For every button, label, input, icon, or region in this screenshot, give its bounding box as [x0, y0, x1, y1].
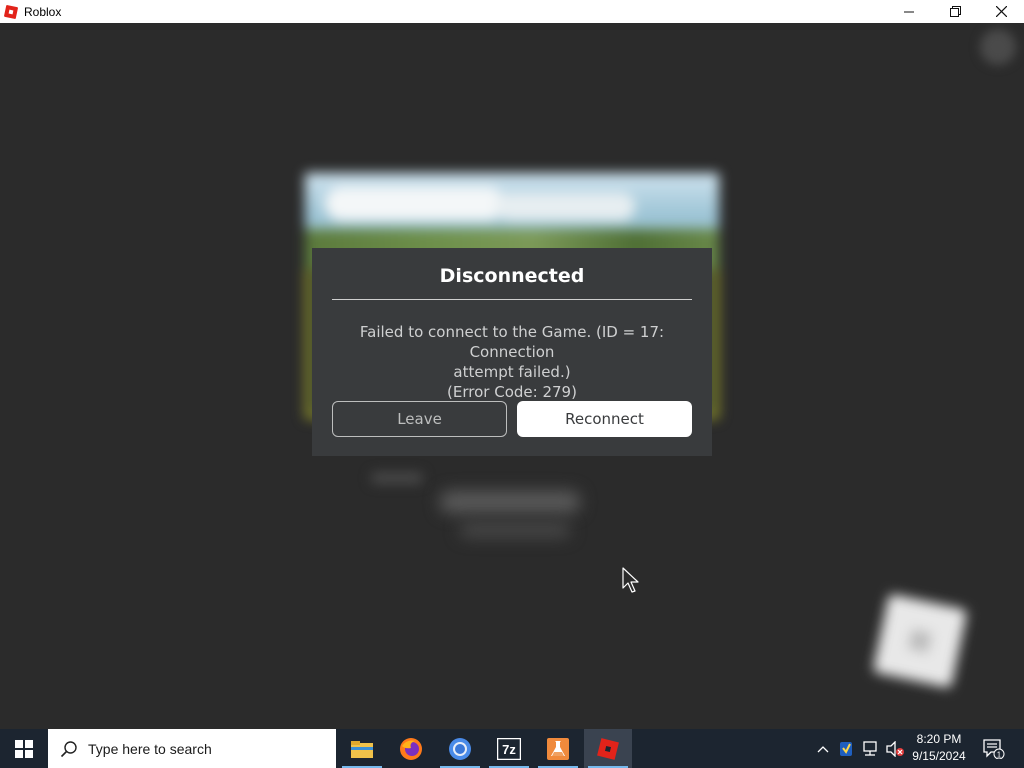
message-line: Failed to connect to the Game. (ID = 17:…: [359, 323, 665, 361]
7zip-icon: 7z: [497, 737, 521, 760]
file-explorer-icon: [351, 740, 373, 758]
notifications-icon: 1: [983, 738, 1005, 759]
tray-app[interactable]: [836, 729, 856, 768]
clock-time: 8:20 PM: [916, 732, 962, 746]
shield-check-icon: [840, 741, 852, 756]
blurred-text: [440, 491, 580, 513]
clock-date: 9/15/2024: [912, 749, 966, 763]
close-button[interactable]: [978, 0, 1024, 23]
start-button[interactable]: [0, 729, 48, 768]
menu-icon-blurred: [980, 29, 1016, 65]
leave-button[interactable]: Leave: [332, 401, 507, 437]
taskbar-firefox[interactable]: [387, 729, 435, 768]
chevron-up-icon: [817, 745, 829, 752]
minimize-button[interactable]: [886, 0, 932, 23]
taskbar-flask-app[interactable]: [534, 729, 582, 768]
window-titlebar: Roblox: [0, 0, 1024, 23]
restore-button[interactable]: [932, 0, 978, 23]
roblox-icon: [597, 737, 619, 760]
taskbar-roblox[interactable]: [584, 729, 632, 768]
taskbar-7zip[interactable]: 7z: [485, 729, 533, 768]
taskbar-chrome[interactable]: [436, 729, 484, 768]
lab-flask-icon: [547, 737, 569, 760]
dialog-title: Disconnected: [439, 265, 585, 287]
blurred-text: [372, 473, 422, 483]
windows-logo-icon: [15, 739, 33, 758]
action-center-button[interactable]: 1: [980, 729, 1008, 768]
error-code: (Error Code: 279): [447, 383, 577, 401]
restore-icon: [949, 6, 961, 17]
volume-button[interactable]: [883, 729, 907, 768]
close-icon: [995, 6, 1007, 17]
window-title: Roblox: [24, 4, 62, 19]
show-hidden-icons-button[interactable]: [812, 729, 834, 768]
minimize-icon: [904, 11, 914, 12]
network-icon: [863, 740, 877, 756]
taskbar-search-box[interactable]: Type here to search: [48, 729, 336, 768]
disconnected-dialog: Disconnected Failed to connect to the Ga…: [312, 248, 712, 456]
7zip-label: 7z: [502, 742, 516, 757]
dialog-message: Failed to connect to the Game. (ID = 17:…: [332, 322, 692, 402]
roblox-logo-icon: [872, 593, 968, 689]
message-line: attempt failed.): [453, 363, 571, 381]
taskbar: Type here to search 7z 8:20 PM 9/15/2024…: [0, 729, 1024, 768]
taskbar-file-explorer[interactable]: [338, 729, 386, 768]
firefox-icon: [400, 737, 422, 760]
search-placeholder: Type here to search: [88, 740, 212, 757]
window-controls: [886, 0, 1024, 23]
volume-muted-icon: [886, 740, 904, 757]
taskbar-clock[interactable]: 8:20 PM 9/15/2024: [905, 731, 973, 766]
roblox-app-icon: [3, 4, 19, 19]
network-status-button[interactable]: [858, 729, 882, 768]
search-icon: [60, 740, 77, 757]
reconnect-button[interactable]: Reconnect: [517, 401, 692, 437]
notification-count: 1: [997, 750, 1002, 759]
mouse-cursor-icon: [622, 567, 639, 593]
blurred-text: [460, 523, 570, 537]
chrome-icon: [449, 737, 471, 760]
dialog-divider: [332, 299, 692, 300]
